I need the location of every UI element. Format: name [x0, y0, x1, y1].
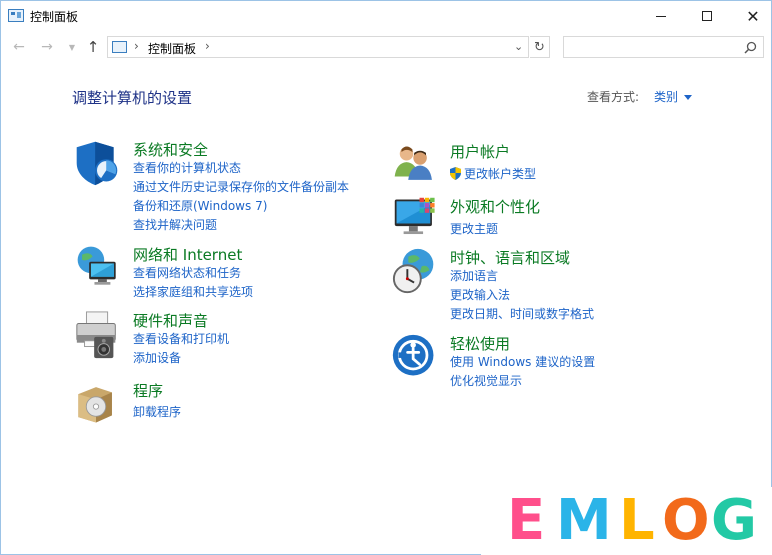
logo-letter: L — [619, 488, 655, 553]
category-link[interactable]: 更改输入法 — [450, 286, 510, 303]
programs-box-icon[interactable] — [73, 380, 119, 426]
category-title[interactable]: 网络和 Internet — [133, 244, 242, 265]
up-arrow-icon[interactable]: ↑ — [84, 38, 102, 56]
printer-speaker-icon[interactable] — [73, 310, 123, 360]
category-link[interactable]: 使用 Windows 建议的设置 — [450, 353, 595, 370]
view-by-dropdown[interactable]: 类别 — [654, 88, 693, 105]
category-link[interactable]: 通过文件历史记录保存你的文件备份副本 — [133, 178, 349, 195]
view-by-value[interactable]: 类别 — [654, 90, 678, 104]
address-bar[interactable]: › 控制面板 › ⌄ — [107, 36, 529, 58]
maximize-icon — [702, 11, 712, 21]
search-icon[interactable] — [744, 41, 757, 54]
category-title[interactable]: 时钟、语言和区域 — [450, 247, 570, 268]
refresh-icon[interactable]: ↻ — [530, 36, 550, 58]
minimize-icon — [656, 15, 666, 17]
category-link[interactable]: 查看你的计算机状态 — [133, 159, 241, 176]
chevron-down-icon[interactable]: ⌄ — [514, 40, 523, 53]
page-title: 调整计算机的设置 — [72, 89, 193, 107]
category-link[interactable]: 查看设备和打印机 — [133, 330, 229, 347]
maximize-button[interactable] — [684, 1, 730, 31]
view-by-label: 查看方式: — [587, 90, 640, 104]
category-link[interactable]: 查看网络状态和任务 — [133, 264, 241, 281]
chevron-down-icon[interactable] — [684, 95, 693, 100]
chevron-right-icon[interactable]: › — [134, 39, 139, 53]
change-account-type-label[interactable]: 更改帐户类型 — [464, 167, 536, 181]
category-system-security: 系统和安全 查看你的计算机状态 通过文件历史记录保存你的文件备份副本 备份和还原… — [73, 139, 373, 239]
category-title[interactable]: 程序 — [133, 380, 163, 401]
breadcrumb-item[interactable]: 控制面板 — [148, 40, 196, 57]
logo-letter: E — [507, 488, 546, 553]
emlog-watermark-logo: E M L O G — [481, 487, 772, 555]
category-appearance-personalization: 外观和个性化 更改主题 — [391, 196, 691, 246]
recent-locations-dropdown-icon[interactable]: ▼ — [63, 38, 81, 56]
ease-of-access-icon[interactable] — [391, 333, 439, 381]
uac-shield-icon — [450, 167, 461, 180]
security-shield-icon[interactable] — [73, 139, 121, 187]
window-title: 控制面板 — [30, 10, 79, 24]
category-link[interactable]: 优化视觉显示 — [450, 372, 522, 389]
category-network-internet: 网络和 Internet 查看网络状态和任务 选择家庭组和共享选项 — [73, 244, 373, 304]
category-title[interactable]: 硬件和声音 — [133, 310, 208, 331]
category-title[interactable]: 用户帐户 — [450, 141, 510, 162]
network-globe-icon[interactable] — [73, 244, 123, 290]
chevron-right-icon[interactable]: › — [205, 39, 210, 53]
forward-arrow-icon[interactable]: → — [38, 38, 56, 56]
category-link[interactable]: 查找并解决问题 — [133, 216, 217, 233]
category-hardware-sound: 硬件和声音 查看设备和打印机 添加设备 — [73, 310, 373, 370]
category-link[interactable]: 更改帐户类型 — [450, 165, 536, 182]
category-link[interactable]: 卸载程序 — [133, 403, 181, 420]
category-title[interactable]: 轻松使用 — [450, 333, 510, 354]
category-link[interactable]: 添加设备 — [133, 349, 181, 366]
control-panel-window: 控制面板 ✕ ← → ▼ ↑ › 控制面板 › ⌄ ↻ 调整计算机的设置 查看方… — [0, 0, 772, 555]
category-link[interactable]: 选择家庭组和共享选项 — [133, 283, 253, 300]
category-link[interactable]: 备份和还原(Windows 7) — [133, 197, 267, 214]
appearance-monitor-icon[interactable] — [391, 196, 441, 242]
logo-letter: G — [711, 488, 757, 553]
logo-letter: O — [662, 488, 710, 553]
category-title[interactable]: 系统和安全 — [133, 139, 208, 160]
category-programs: 程序 卸载程序 — [73, 380, 373, 430]
clock-globe-icon[interactable] — [391, 247, 441, 297]
control-panel-icon — [8, 9, 24, 22]
navigation-bar: ← → ▼ ↑ › 控制面板 › ⌄ ↻ — [1, 31, 771, 63]
category-link[interactable]: 更改日期、时间或数字格式 — [450, 305, 594, 322]
back-arrow-icon[interactable]: ← — [10, 38, 28, 56]
category-link[interactable]: 添加语言 — [450, 267, 498, 284]
category-user-accounts: 用户帐户 更改帐户类型 — [391, 141, 691, 191]
category-link[interactable]: 更改主题 — [450, 220, 498, 237]
category-clock-language-region: 时钟、语言和区域 添加语言 更改输入法 更改日期、时间或数字格式 — [391, 247, 691, 323]
close-button[interactable]: ✕ — [730, 1, 772, 31]
title-bar[interactable]: 控制面板 ✕ — [1, 1, 771, 31]
search-input[interactable] — [563, 36, 764, 58]
control-panel-icon — [112, 41, 127, 53]
category-title[interactable]: 外观和个性化 — [450, 196, 540, 217]
minimize-button[interactable] — [638, 1, 684, 31]
logo-letter: M — [556, 488, 612, 553]
user-accounts-icon[interactable] — [391, 141, 439, 185]
category-ease-of-access: 轻松使用 使用 Windows 建议的设置 优化视觉显示 — [391, 333, 691, 389]
